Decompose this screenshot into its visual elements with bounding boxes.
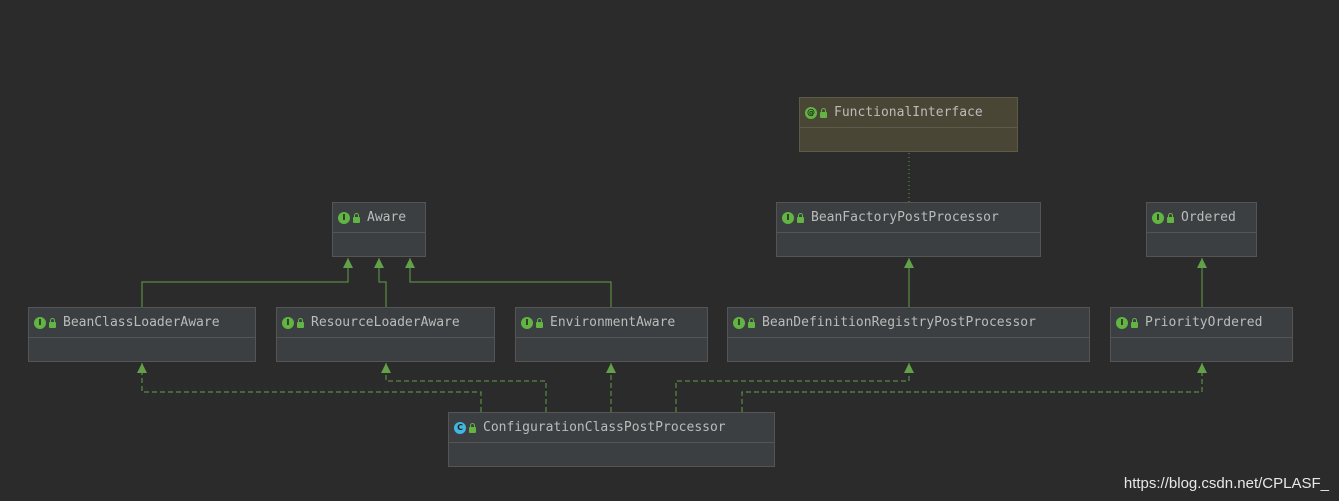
- public-access-icon: [820, 107, 827, 118]
- node-header: I Ordered: [1147, 203, 1256, 233]
- arrowhead: [343, 258, 353, 268]
- arrowhead: [904, 258, 914, 268]
- edge-line: [675, 363, 910, 412]
- arrowhead: [904, 363, 914, 373]
- node-header: C ConfigurationClassPostProcessor: [449, 413, 774, 443]
- arrowhead: [1197, 258, 1207, 268]
- edge-configuration-class-post-processor-to-environment-aware: [606, 363, 616, 412]
- node-label: FunctionalInterface: [834, 105, 983, 120]
- public-access-icon: [748, 317, 755, 328]
- node-label: BeanDefinitionRegistryPostProcessor: [762, 315, 1036, 330]
- edge-configuration-class-post-processor-to-bean-definition-registry-post-processor: [675, 363, 914, 412]
- node-label: BeanClassLoaderAware: [63, 315, 220, 330]
- watermark: https://blog.csdn.net/CPLASF_: [1123, 475, 1329, 492]
- edge-line: [385, 363, 547, 412]
- edge-configuration-class-post-processor-to-bean-class-loader-aware: [137, 363, 482, 412]
- interface-icon: I: [1116, 316, 1128, 329]
- node-label: Ordered: [1181, 210, 1236, 225]
- arrowhead: [405, 258, 415, 268]
- arrowhead: [374, 258, 384, 268]
- public-access-icon: [1131, 317, 1138, 328]
- node-bean-class-loader-aware[interactable]: I BeanClassLoaderAware: [28, 307, 256, 362]
- edge-line: [409, 258, 612, 307]
- edge-configuration-class-post-processor-to-resource-loader-aware: [381, 363, 547, 412]
- public-access-icon: [1167, 212, 1174, 223]
- node-ordered[interactable]: I Ordered: [1146, 202, 1257, 257]
- uml-class-diagram: @ FunctionalInterface I Aware I BeanFactoryPo…: [0, 0, 1339, 501]
- node-label: BeanFactoryPostProcessor: [811, 210, 999, 225]
- interface-icon: I: [34, 316, 46, 329]
- node-configuration-class-post-processor[interactable]: C ConfigurationClassPostProcessor: [448, 412, 775, 467]
- annotation-icon: @: [805, 106, 817, 119]
- interface-icon: I: [782, 211, 794, 224]
- node-header: I BeanDefinitionRegistryPostProcessor: [728, 308, 1089, 338]
- node-functional-interface[interactable]: @ FunctionalInterface: [799, 97, 1018, 152]
- interface-icon: I: [733, 316, 745, 329]
- public-access-icon: [353, 212, 360, 223]
- edge-configuration-class-post-processor-to-priority-ordered: [741, 363, 1207, 412]
- edge-priority-ordered-to-ordered: [1197, 258, 1207, 307]
- edge-environment-aware-to-aware: [405, 258, 612, 307]
- node-header: I BeanFactoryPostProcessor: [777, 203, 1040, 233]
- node-label: Aware: [367, 210, 407, 225]
- public-access-icon: [297, 317, 304, 328]
- arrowhead: [606, 363, 616, 373]
- arrowhead: [137, 363, 147, 373]
- node-label: ConfigurationClassPostProcessor: [483, 420, 726, 435]
- public-access-icon: [49, 317, 56, 328]
- class-icon: C: [454, 421, 466, 434]
- node-aware[interactable]: I Aware: [332, 202, 426, 257]
- node-header: I EnvironmentAware: [516, 308, 707, 338]
- arrowhead: [381, 363, 391, 373]
- edge-bean-class-loader-aware-to-aware: [141, 258, 353, 307]
- node-header: @ FunctionalInterface: [800, 98, 1017, 128]
- edge-bean-definition-registry-post-processor-to-bean-factory-post-processor: [904, 258, 914, 307]
- arrowhead: [1197, 363, 1207, 373]
- node-environment-aware[interactable]: I EnvironmentAware: [515, 307, 708, 362]
- node-label: PriorityOrdered: [1145, 315, 1263, 330]
- node-resource-loader-aware[interactable]: I ResourceLoaderAware: [276, 307, 495, 362]
- interface-icon: I: [282, 316, 294, 329]
- node-bean-definition-registry-post-processor[interactable]: I BeanDefinitionRegistryPostProcessor: [727, 307, 1090, 362]
- node-label: ResourceLoaderAware: [311, 315, 460, 330]
- public-access-icon: [536, 317, 543, 328]
- node-header: I PriorityOrdered: [1111, 308, 1292, 338]
- edge-line: [741, 363, 1203, 412]
- public-access-icon: [469, 422, 476, 433]
- public-access-icon: [797, 212, 804, 223]
- interface-icon: I: [521, 316, 533, 329]
- edge-line: [141, 258, 349, 307]
- interface-icon: I: [338, 211, 350, 224]
- node-header: I BeanClassLoaderAware: [29, 308, 255, 338]
- node-bean-factory-post-processor[interactable]: I BeanFactoryPostProcessor: [776, 202, 1041, 257]
- node-header: I Aware: [333, 203, 425, 233]
- edge-resource-loader-aware-to-aware: [374, 258, 387, 307]
- interface-icon: I: [1152, 211, 1164, 224]
- node-priority-ordered[interactable]: I PriorityOrdered: [1110, 307, 1293, 362]
- node-header: I ResourceLoaderAware: [277, 308, 494, 338]
- edge-line: [141, 363, 482, 412]
- node-label: EnvironmentAware: [550, 315, 676, 330]
